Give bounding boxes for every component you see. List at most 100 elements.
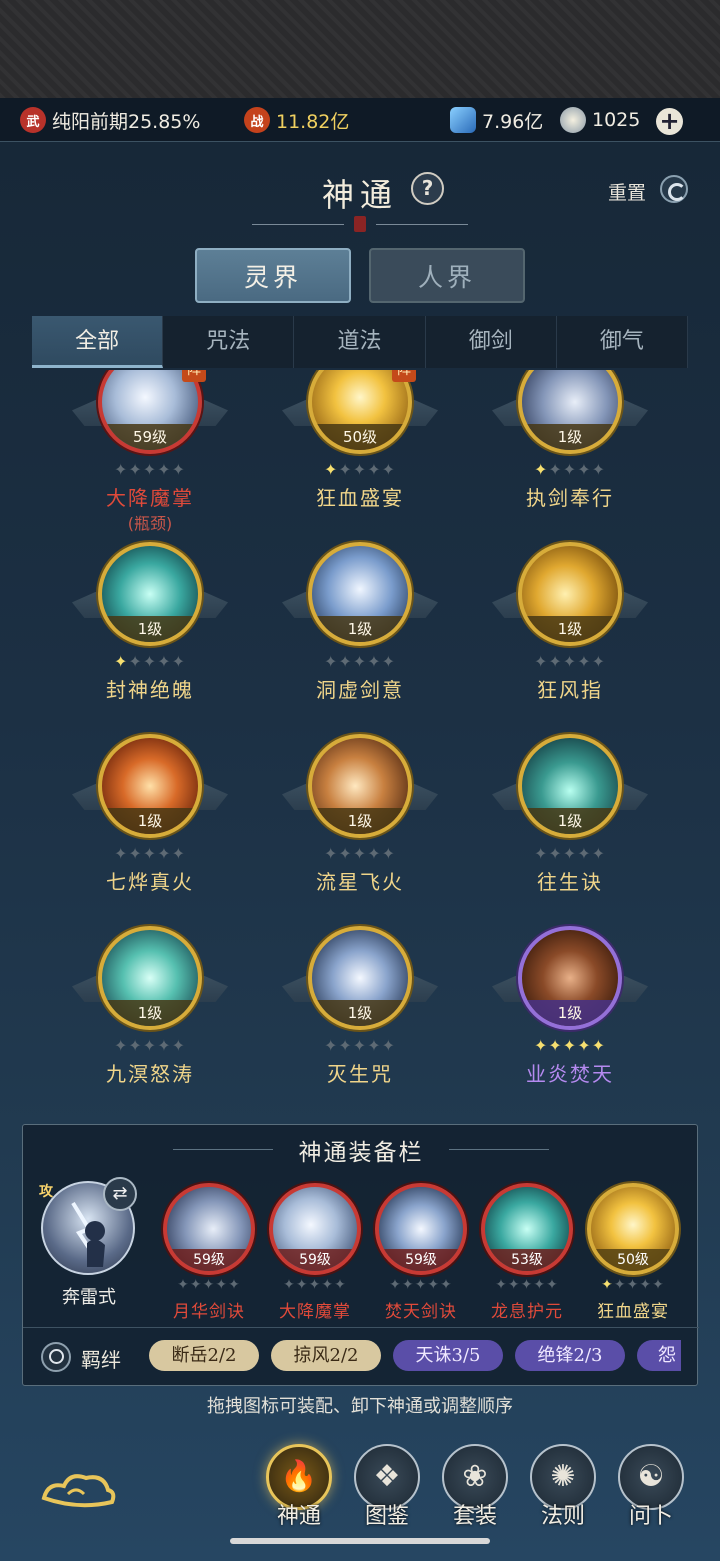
add-currency-button[interactable]: +	[656, 108, 683, 135]
home-indicator[interactable]	[230, 1538, 490, 1544]
skill-icon[interactable]: 1级	[518, 542, 622, 646]
nav-laws[interactable]: ✺ 法则	[526, 1444, 600, 1544]
drag-hint: 拖拽图标可装配、卸下神通或调整顺序	[207, 1396, 513, 1417]
bond-search-icon[interactable]	[41, 1342, 71, 1372]
star-rating: ✦✦✦✦✦	[323, 460, 397, 479]
reset-label[interactable]: 重置	[608, 178, 646, 205]
star-rating: ✦✦✦✦✦	[323, 844, 397, 863]
star-rating: ✦✦✦✦✦	[177, 1277, 241, 1293]
star-rating: ✦✦✦✦✦	[113, 460, 187, 479]
nav-shentong[interactable]: 🔥 神通	[262, 1444, 336, 1544]
skill-card[interactable]: 1级 ✦✦✦✦✦ 执剑奉行	[480, 370, 660, 530]
jade-value: 1025	[592, 109, 641, 131]
formation-badge: 阵	[182, 370, 206, 382]
skill-icon[interactable]: 1级	[308, 926, 412, 1030]
skill-card[interactable]: 1级 ✦✦✦✦✦ 洞虚剑意	[270, 542, 450, 722]
equipped-skill-level: 59级	[167, 1249, 251, 1271]
bond-chip[interactable]: 断岳2/2	[149, 1340, 259, 1371]
skill-card[interactable]: 1级 ✦✦✦✦✦ 封神绝魄	[60, 542, 240, 722]
skill-card[interactable]: 1级 ✦✦✦✦✦ 狂风指	[480, 542, 660, 722]
skill-level: 1级	[522, 424, 618, 450]
tab-human-realm[interactable]: 人界	[369, 248, 525, 303]
skill-name: 洞虚剑意	[316, 678, 404, 702]
star-rating: ✦✦✦✦✦	[323, 652, 397, 671]
skill-level: 1级	[312, 1000, 408, 1026]
skill-icon[interactable]: 50级	[308, 370, 412, 454]
power-icon: 战	[244, 107, 270, 133]
nav-codex[interactable]: ❖ 图鉴	[350, 1444, 424, 1544]
nav-sets[interactable]: ❀ 套装	[438, 1444, 512, 1544]
skill-card[interactable]: 50级 阵 ✦✦✦✦✦ 狂血盛宴	[270, 370, 450, 530]
bond-chip[interactable]: 怨	[637, 1340, 681, 1371]
tab-spirit-realm[interactable]: 灵界	[195, 248, 351, 303]
skill-card[interactable]: 1级 ✦✦✦✦✦ 往生诀	[480, 734, 660, 914]
equip-slot[interactable]: 59级 ✦✦✦✦✦ 月华剑诀	[159, 1183, 259, 1322]
spirit-stone-value: 7.96亿	[482, 110, 544, 133]
skill-icon[interactable]: 1级	[98, 926, 202, 1030]
tab-spells[interactable]: 咒法	[163, 316, 295, 368]
equip-bar: 神通装备栏 攻 ⇄ 奔雷式 59级 ✦✦✦✦✦ 月华剑诀 59级 ✦✦✦✦✦ 大降魔掌 59…	[22, 1124, 699, 1386]
skill-card[interactable]: 1级 ✦✦✦✦✦ 灭生咒	[270, 926, 450, 1106]
equip-slot[interactable]: 53级 ✦✦✦✦✦ 龙息护元	[477, 1183, 577, 1322]
skill-level: 1级	[522, 616, 618, 642]
bond-chip[interactable]: 天诛3/5	[393, 1340, 503, 1371]
skill-name: 七烨真火	[106, 870, 194, 894]
swap-icon[interactable]: ⇄	[103, 1177, 137, 1211]
equipped-skill-name: 大降魔掌	[279, 1302, 351, 1322]
equipped-skill-icon[interactable]: 50级	[587, 1183, 679, 1275]
skill-icon[interactable]: 1级	[518, 370, 622, 454]
reset-icon[interactable]	[660, 175, 688, 203]
skill-level: 1级	[102, 1000, 198, 1026]
equipped-skill-icon[interactable]: 53级	[481, 1183, 573, 1275]
title-divider-left	[252, 224, 344, 225]
bond-row: 羁绊 断岳2/2 掠风2/2 天诛3/5 绝锋2/3 怨	[23, 1327, 699, 1383]
skill-card[interactable]: 1级 ✦✦✦✦✦ 流星飞火	[270, 734, 450, 914]
skill-icon[interactable]: 1级	[98, 734, 202, 838]
equip-slot[interactable]: 59级 ✦✦✦✦✦ 大降魔掌	[265, 1183, 365, 1322]
bond-chip[interactable]: 掠风2/2	[271, 1340, 381, 1371]
nav-label: 套装	[452, 1504, 497, 1529]
skill-icon[interactable]: 1级	[518, 926, 622, 1030]
equipped-skill-icon[interactable]: 59级	[269, 1183, 361, 1275]
equip-slot[interactable]: 59级 ✦✦✦✦✦ 焚天剑诀	[371, 1183, 471, 1322]
tab-qi[interactable]: 御气	[557, 316, 689, 368]
nav-divination[interactable]: ☯ 问卜	[614, 1444, 688, 1544]
equipped-skill-level: 53级	[485, 1249, 569, 1271]
tab-dao[interactable]: 道法	[294, 316, 426, 368]
skill-level: 1级	[312, 616, 408, 642]
bond-chip[interactable]: 绝锋2/3	[515, 1340, 625, 1371]
skill-icon[interactable]: 1级	[98, 542, 202, 646]
skill-card[interactable]: 59级 阵 ✦✦✦✦✦ 大降魔掌 (瓶颈)	[60, 370, 240, 533]
spirit-stone-count[interactable]: 7.96亿	[450, 106, 543, 134]
seal-icon	[354, 216, 366, 232]
skill-card[interactable]: 1级 ✦✦✦✦✦ 业炎焚天	[480, 926, 660, 1106]
star-rating: ✦✦✦✦✦	[533, 1036, 607, 1055]
jade-count[interactable]: 1025	[560, 106, 640, 134]
tab-sword[interactable]: 御剑	[426, 316, 557, 368]
skill-icon[interactable]: 1级	[308, 542, 412, 646]
skill-name: 九溟怒涛	[106, 1062, 194, 1086]
hero-slot[interactable]: 攻 ⇄	[39, 1177, 141, 1291]
equip-slot[interactable]: 50级 ✦✦✦✦✦ 狂血盛宴	[583, 1183, 683, 1322]
star-rating: ✦✦✦✦✦	[533, 652, 607, 671]
skill-card[interactable]: 1级 ✦✦✦✦✦ 七烨真火	[60, 734, 240, 914]
combat-power-value: 11.82亿	[276, 110, 350, 133]
star-rating: ✦✦✦✦✦	[601, 1277, 665, 1293]
help-button[interactable]: ?	[411, 172, 444, 205]
equipped-skill-name: 狂血盛宴	[597, 1302, 669, 1322]
skill-level: 1级	[312, 808, 408, 834]
star-rating: ✦✦✦✦✦	[533, 844, 607, 863]
nav-label: 图鉴	[364, 1504, 409, 1529]
skill-icon[interactable]: 1级	[308, 734, 412, 838]
equipped-skill-icon[interactable]: 59级	[375, 1183, 467, 1275]
skill-icon[interactable]: 1级	[518, 734, 622, 838]
attack-tag: 攻	[39, 1184, 53, 1200]
equipped-skill-icon[interactable]: 59级	[163, 1183, 255, 1275]
cloud-menu-icon[interactable]	[38, 1468, 118, 1512]
tab-all[interactable]: 全部	[32, 316, 164, 368]
combat-power: 战 11.82亿	[244, 106, 349, 134]
skill-level: 1级	[522, 1000, 618, 1026]
skill-card[interactable]: 1级 ✦✦✦✦✦ 九溟怒涛	[60, 926, 240, 1106]
skill-name: 灭生咒	[327, 1062, 393, 1086]
skill-icon[interactable]: 59级	[98, 370, 202, 454]
